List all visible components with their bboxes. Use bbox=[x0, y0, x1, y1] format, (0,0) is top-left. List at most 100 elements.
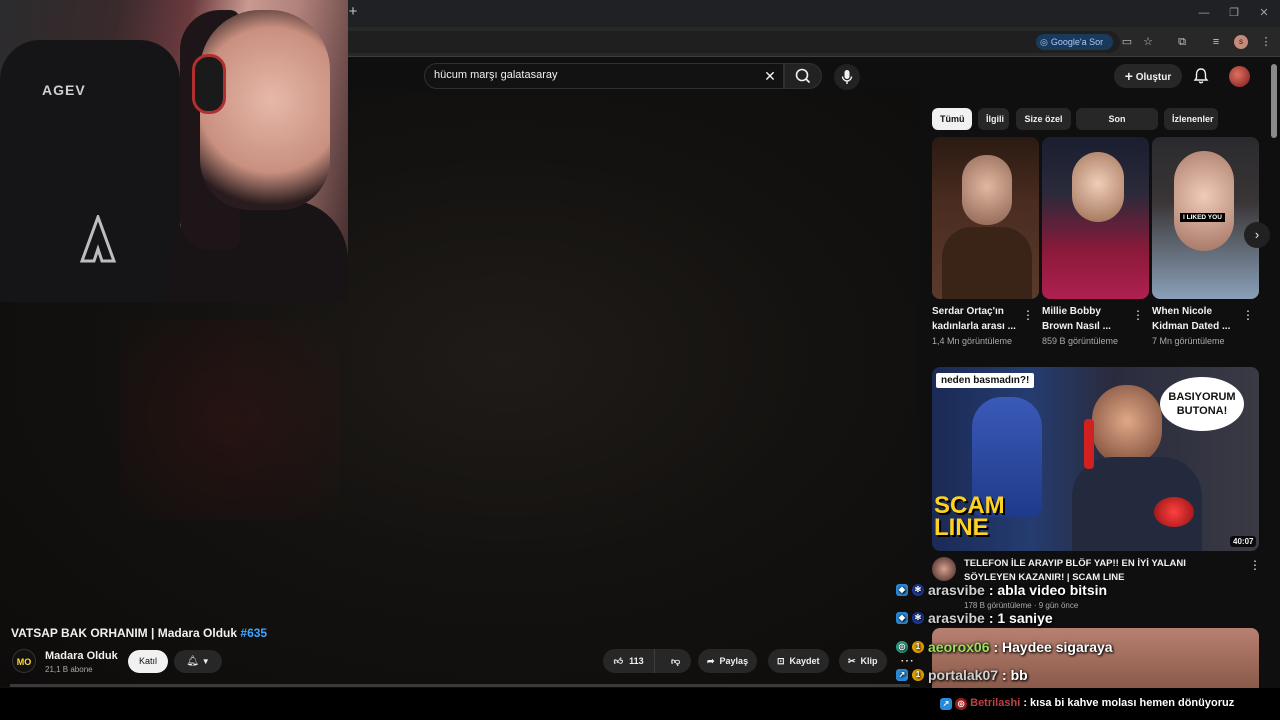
chat-message: ◎ 1 aeorox06 : Haydee sigaraya bbox=[896, 639, 1113, 655]
recommended-video-title[interactable]: TELEFON İLE ARAYIP BLÖF YAP!! EN İYİ YAL… bbox=[964, 557, 1224, 585]
badge-icon: ◎ bbox=[955, 698, 968, 710]
ticker-message: ↗ ◎ Betrilashi : kısa bi kahve molası he… bbox=[940, 697, 1234, 710]
short-title[interactable]: Serdar Ortaç'ın kadınlarla arası ... bbox=[932, 304, 1022, 334]
chair-emblem-icon bbox=[80, 215, 116, 263]
plus-icon: + bbox=[1124, 68, 1133, 84]
recommended-menu-icon[interactable]: ⋮ bbox=[1249, 558, 1261, 572]
short-body bbox=[942, 227, 1032, 299]
restore-button[interactable]: ❐ bbox=[1226, 6, 1242, 20]
browser-profile-avatar[interactable]: s bbox=[1234, 35, 1248, 49]
chat-text: : abla video bitsin bbox=[988, 582, 1108, 598]
video-frame-glow bbox=[120, 320, 340, 520]
share-icon: ➦ bbox=[707, 656, 715, 666]
subscription-bell-button[interactable]: 🔔︎ ▼ bbox=[174, 650, 222, 673]
video-duration: 40:07 bbox=[1230, 536, 1257, 547]
cube-badge-icon: ◆ bbox=[896, 584, 908, 596]
account-avatar[interactable] bbox=[1229, 66, 1250, 87]
like-button[interactable]: 👍︎ 113 bbox=[603, 649, 656, 673]
channel-subscriber-count: 21,1 B abone bbox=[45, 665, 93, 674]
clear-search-icon[interactable]: ✕ bbox=[762, 67, 778, 85]
short-menu-icon[interactable]: ⋮ bbox=[1132, 308, 1144, 322]
thumb-logo: SCAM LINE bbox=[934, 492, 1005, 541]
channel-name[interactable]: Madara Olduk bbox=[45, 650, 118, 662]
channel-avatar[interactable]: MO bbox=[12, 649, 36, 673]
short-title[interactable]: Millie Bobby Brown Nasıl ... bbox=[1042, 304, 1132, 334]
recommended-video-meta: 178 B görüntüleme · 9 gün önce bbox=[964, 601, 1079, 610]
short-thumbnail[interactable] bbox=[1042, 137, 1149, 299]
microphone-icon bbox=[841, 70, 853, 84]
notifications-button[interactable] bbox=[1191, 66, 1211, 86]
short-views: 859 B görüntüleme bbox=[1042, 336, 1119, 346]
share-label: Paylaş bbox=[719, 656, 749, 666]
bell-icon: 🔔︎ bbox=[186, 656, 199, 667]
clip-label: Klip bbox=[860, 656, 878, 666]
shorts-next-button[interactable]: › bbox=[1244, 222, 1270, 248]
minimize-button[interactable]: — bbox=[1196, 6, 1212, 20]
create-button[interactable]: + Oluştur bbox=[1114, 64, 1182, 88]
chair-logo-text: AGEV bbox=[42, 82, 86, 98]
share-button[interactable]: ➦ Paylaş bbox=[698, 649, 758, 673]
chat-message: ◆ ✻ arasvibe : 1 saniye bbox=[896, 610, 1053, 626]
short-face bbox=[1072, 152, 1124, 222]
one-badge-icon: 1 bbox=[912, 641, 924, 653]
short-title[interactable]: When Nicole Kidman Dated ... bbox=[1152, 304, 1242, 334]
page-scrollbar[interactable] bbox=[1271, 64, 1277, 138]
thumb-man-face bbox=[1092, 385, 1162, 465]
ticker-username: Betrilashi bbox=[970, 697, 1021, 709]
scissors-icon: ✂ bbox=[848, 656, 856, 666]
save-button[interactable]: ⊡ Kaydet bbox=[768, 649, 829, 673]
badge-icon: ✻ bbox=[912, 584, 924, 596]
short-menu-icon[interactable]: ⋮ bbox=[1022, 308, 1034, 322]
chip-related[interactable]: İlgili bbox=[978, 108, 1009, 130]
chevron-right-icon: › bbox=[1254, 227, 1260, 242]
chat-username: portalak07 bbox=[928, 667, 999, 683]
chevron-down-icon: ▼ bbox=[201, 657, 210, 666]
video-hashtag[interactable]: #635 bbox=[240, 626, 267, 640]
short-face bbox=[962, 155, 1012, 225]
badge-icon: ◎ bbox=[896, 641, 908, 653]
one-badge-icon: 1 bbox=[912, 669, 924, 681]
cast-icon[interactable]: ▭ bbox=[1119, 34, 1135, 50]
extensions-icon[interactable]: ⧉ bbox=[1174, 34, 1190, 50]
badge-icon: ↗ bbox=[940, 698, 952, 710]
chip-for-you[interactable]: Size özel bbox=[1016, 108, 1071, 130]
close-window-button[interactable]: ✕ bbox=[1256, 6, 1272, 20]
short-caption-overlay: I LIKED YOU bbox=[1180, 213, 1225, 222]
short-views: 7 Mn görüntüleme bbox=[1152, 336, 1225, 346]
headset-icon bbox=[192, 54, 226, 114]
join-button[interactable]: Katıl bbox=[128, 650, 168, 673]
thumb-caption: neden basmadın?! bbox=[936, 373, 1035, 388]
recommended-channel-avatar[interactable] bbox=[932, 557, 956, 581]
thumb-red-button bbox=[1154, 497, 1194, 527]
chip-all[interactable]: Tümü bbox=[932, 108, 972, 130]
search-icon bbox=[795, 68, 811, 84]
search-button[interactable] bbox=[784, 63, 822, 89]
video-progress-bar[interactable] bbox=[10, 684, 910, 687]
new-tab-button[interactable]: + bbox=[346, 4, 360, 19]
chip-recently-uploaded[interactable]: Son yüklenenler bbox=[1076, 108, 1158, 146]
chip-watched[interactable]: İzlenenler bbox=[1164, 108, 1218, 130]
google-sor-button[interactable]: ◎ Google'a Sor bbox=[1036, 34, 1113, 50]
media-controls-icon[interactable]: ≡ bbox=[1208, 34, 1224, 50]
thumb-phone bbox=[1084, 419, 1094, 469]
chat-text: : bb bbox=[1002, 667, 1028, 683]
browser-menu-icon[interactable]: ⋮ bbox=[1258, 34, 1274, 50]
short-menu-icon[interactable]: ⋮ bbox=[1242, 308, 1254, 322]
voice-search-button[interactable] bbox=[834, 64, 860, 90]
short-thumbnail[interactable]: I LIKED YOU bbox=[1152, 137, 1259, 299]
address-bar[interactable] bbox=[300, 31, 1120, 53]
dislike-button[interactable]: 👎︎ bbox=[660, 649, 691, 673]
like-count: 113 bbox=[629, 656, 644, 666]
short-thumbnail[interactable] bbox=[932, 137, 1039, 299]
chat-message: ↗ 1 portalak07 : bb bbox=[896, 667, 1028, 683]
short-face bbox=[1174, 151, 1234, 251]
like-dislike-group: 👍︎ 113 👎︎ bbox=[603, 649, 691, 673]
short-views: 1,4 Mn görüntüleme bbox=[932, 336, 1013, 346]
chat-text: : Haydee sigaraya bbox=[993, 639, 1113, 655]
recommended-video-thumbnail[interactable]: neden basmadın?! BASIYORUM BUTONA! SCAM … bbox=[932, 367, 1259, 551]
clip-button[interactable]: ✂ Klip bbox=[839, 649, 887, 673]
ticker-text: : kısa bi kahve molası hemen dönüyoruz bbox=[1020, 697, 1235, 709]
bookmark-star-icon[interactable]: ☆ bbox=[1140, 34, 1156, 50]
chat-text: : 1 saniye bbox=[988, 610, 1053, 626]
save-label: Kaydet bbox=[789, 656, 820, 666]
